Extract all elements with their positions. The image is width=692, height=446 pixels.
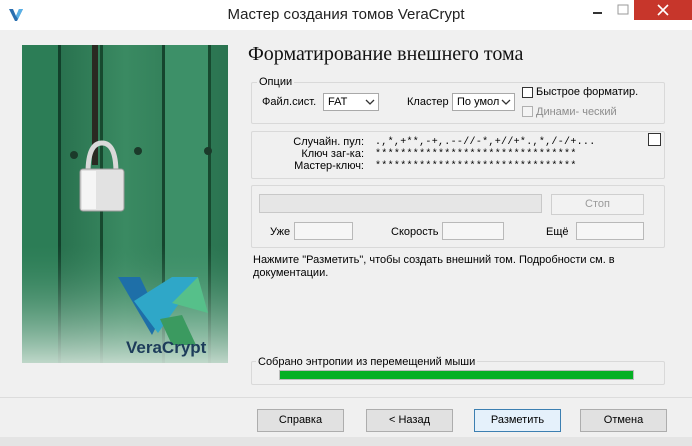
cluster-value: По умол — [457, 96, 500, 108]
close-icon — [657, 4, 669, 16]
time-left-field — [576, 222, 644, 240]
minimize-button[interactable] — [583, 0, 613, 20]
filesystem-select[interactable]: FAT — [323, 93, 379, 111]
random-pool-label: Случайн. пул: — [293, 136, 364, 148]
chevron-down-icon — [501, 99, 511, 105]
options-legend: Опции — [257, 76, 295, 88]
speed-label: Скорость — [391, 226, 439, 238]
cancel-button[interactable]: Отмена — [580, 409, 667, 432]
master-key-value: ******************************** — [375, 161, 577, 172]
done-field — [294, 222, 353, 240]
close-button[interactable] — [634, 0, 692, 20]
format-button[interactable]: Разметить — [474, 409, 561, 432]
minimize-icon — [593, 12, 602, 14]
help-button[interactable]: Справка — [257, 409, 344, 432]
cluster-select[interactable]: По умол — [452, 93, 515, 111]
footer-divider — [0, 397, 692, 398]
time-left-label: Ещё — [546, 226, 569, 238]
back-button[interactable]: < Назад — [366, 409, 453, 432]
master-key-label: Мастер-ключ: — [294, 160, 364, 172]
chevron-down-icon — [365, 99, 375, 105]
page-heading: Форматирование внешнего тома — [248, 43, 524, 65]
info-text: Нажмите "Разметить", чтобы создать внешн… — [253, 254, 615, 279]
cluster-label: Кластер — [407, 96, 449, 108]
show-keys-checkbox[interactable] — [648, 133, 661, 146]
dynamic-checkbox[interactable] — [522, 106, 533, 117]
quick-format-label: Быстрое форматир. — [536, 86, 639, 98]
entropy-label: Собрано энтропии из перемещений мыши — [256, 356, 478, 368]
stop-button[interactable]: Стоп — [551, 194, 644, 215]
entropy-progress-fill — [280, 371, 633, 379]
random-pool-value: .,*,+**,-+,.--//-*,+//+*.,*,/-/+... — [375, 137, 596, 148]
maximize-icon — [617, 4, 629, 15]
filesystem-value: FAT — [328, 96, 348, 108]
taskbar-strip — [0, 437, 692, 446]
wizard-side-image: VeraCrypt — [22, 45, 228, 363]
quick-format-checkbox[interactable] — [522, 87, 533, 98]
header-key-value: ******************************** — [375, 149, 577, 160]
dynamic-label: Динами- ческий — [536, 106, 617, 118]
filesystem-label: Файл.сист. — [262, 96, 317, 108]
format-progress-bar — [259, 194, 542, 213]
speed-field — [442, 222, 504, 240]
header-key-label: Ключ заг-ка: — [301, 148, 364, 160]
done-label: Уже — [270, 226, 291, 238]
veracrypt-logo-text: VeraCrypt — [126, 338, 207, 357]
